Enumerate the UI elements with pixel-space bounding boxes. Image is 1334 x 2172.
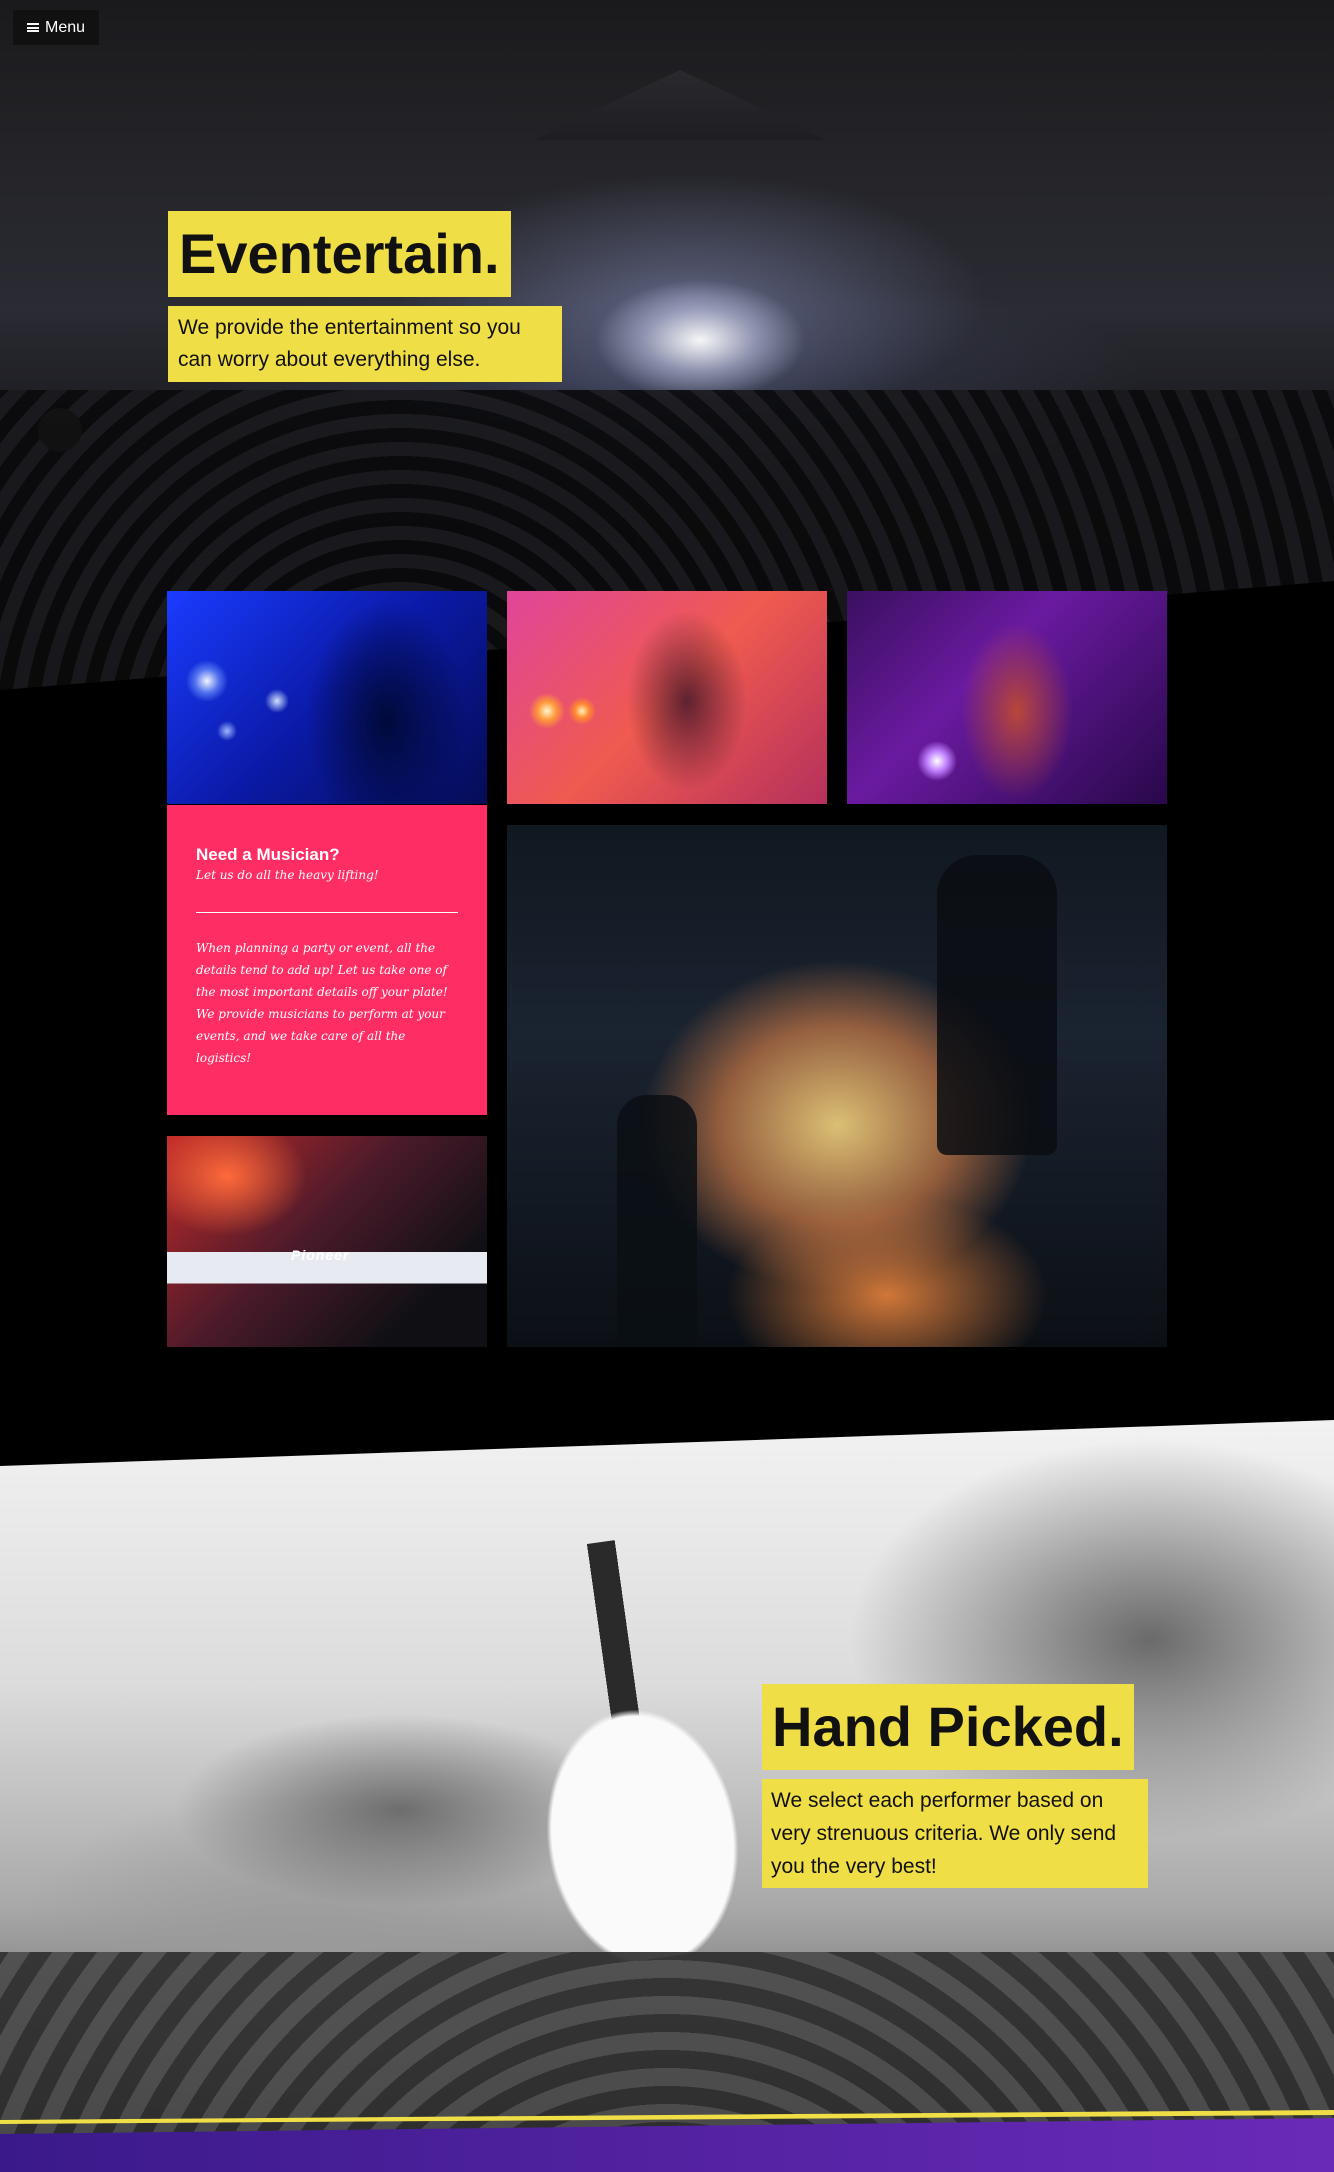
audience-silhouette [617,1095,697,1347]
menu-button[interactable]: Menu [13,10,99,45]
hand-picked-title: Hand Picked. [762,1684,1134,1770]
gallery-photo-trombone-band [507,591,827,804]
performer-silhouette [937,855,1057,1155]
gallery-photo-rapper [847,591,1167,804]
card-divider [196,912,458,913]
dj-brand-text: Pioneer [291,1247,350,1263]
hero-title: Eventertain. [168,211,511,297]
menu-label: Menu [44,18,86,36]
hamburger-icon [26,23,39,32]
musician-card-tagline: Let us do all the heavy lifting! [196,868,379,882]
hand-picked-subtitle: We select each performer based on very s… [762,1779,1148,1888]
musician-card: Need a Musician? Let us do all the heavy… [167,805,487,1115]
gallery-photo-blue-stage [167,591,487,804]
musician-card-heading: Need a Musician? [196,845,340,864]
hero-subtitle: We provide the entertainment so you can … [168,306,562,382]
gallery-photo-smoke-performer [507,825,1167,1347]
stage-truss-image [533,70,827,140]
gallery-photo-dj: Pioneer [167,1136,487,1347]
musician-card-body: When planning a party or event, all the … [196,941,448,1065]
